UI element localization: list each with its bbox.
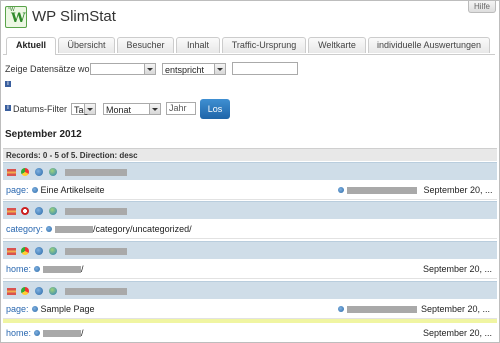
flag-icon: [7, 169, 16, 176]
tab-inhalt[interactable]: Inhalt: [176, 37, 220, 53]
referrer-icon[interactable]: [338, 306, 344, 312]
referrer-date-cell: September 20, ...: [335, 304, 490, 314]
resource-cell: category: /category/uncategorized/: [6, 224, 192, 234]
record-detail-row: page: Sample Page September 20, ...: [3, 300, 497, 319]
resource-type-link[interactable]: home:: [6, 264, 31, 274]
resource-text: /: [81, 264, 84, 274]
filter-operator-select[interactable]: entspricht: [162, 63, 226, 75]
chevron-down-icon: [214, 64, 225, 74]
year-placeholder: Jahr: [169, 103, 187, 113]
record-date: September 20, ...: [423, 328, 493, 338]
ip-address-redacted: [65, 169, 127, 176]
opera-icon: [21, 207, 29, 215]
tab-uebersicht[interactable]: Übersicht: [58, 37, 115, 53]
filter-label: Zeige Datensätze wo: [5, 64, 90, 74]
date-filter-label: Datums-Filter: [13, 104, 68, 114]
filter-value-input[interactable]: [232, 62, 298, 75]
chrome-icon: [21, 168, 29, 176]
resource-type-link[interactable]: category:: [6, 224, 43, 234]
tab-aktuell[interactable]: Aktuell: [6, 37, 56, 55]
period-title: September 2012: [5, 129, 82, 140]
resource-type-link[interactable]: page:: [6, 304, 29, 314]
os-icon: [35, 168, 43, 176]
tab-besucher[interactable]: Besucher: [117, 37, 174, 53]
referrer-date-cell: September 20, ...: [335, 185, 493, 195]
globe-icon: [49, 247, 57, 255]
record-header-row[interactable]: [3, 201, 497, 219]
flag-icon: [7, 208, 16, 215]
go-button[interactable]: Los: [200, 99, 230, 119]
ip-address-redacted: [65, 288, 127, 295]
tab-individuelle-auswertungen[interactable]: individuelle Auswertungen: [368, 37, 490, 53]
chevron-down-icon: [149, 104, 160, 114]
info-icon[interactable]: i: [5, 81, 11, 87]
slimstat-panel: °W W WP SlimStat Hilfe Aktuell Übersicht …: [0, 0, 500, 343]
tab-bar: Aktuell Übersicht Besucher Inhalt Traffi…: [3, 37, 495, 55]
resource-icon[interactable]: [34, 266, 41, 272]
resource-text: Eine Artikelseite: [40, 185, 105, 195]
resource-type-link[interactable]: home:: [6, 328, 31, 338]
os-icon: [35, 247, 43, 255]
resource-type-link[interactable]: page:: [6, 185, 29, 195]
record-detail-row: home: / September 20, ...: [3, 324, 497, 342]
page-title: WP SlimStat: [32, 8, 116, 25]
ip-address-redacted: [65, 208, 127, 215]
globe-icon: [49, 287, 57, 295]
month-select-value: Monat: [106, 105, 132, 115]
record-detail-row: home: / September 20, ...: [3, 260, 497, 279]
referrer-redacted: [347, 306, 417, 313]
resource-cell: home: /: [6, 264, 84, 274]
info-icon[interactable]: i: [5, 105, 11, 111]
resource-icon[interactable]: [31, 187, 38, 193]
chrome-icon: [21, 247, 29, 255]
referrer-redacted: [347, 187, 417, 194]
slimstat-logo-icon: °W W: [5, 6, 27, 28]
os-icon: [35, 287, 43, 295]
resource-text: /category/uncategorized/: [93, 224, 192, 234]
filter-operator-value: entspricht: [165, 65, 205, 75]
month-select[interactable]: Monat: [103, 103, 161, 115]
date-cell: September 20, ...: [423, 328, 492, 338]
resource-cell: page: Sample Page: [6, 304, 95, 314]
resource-cell: home: /: [6, 328, 84, 338]
record-header-row[interactable]: [3, 162, 497, 180]
resource-text: Sample Page: [40, 304, 95, 314]
ip-address-redacted: [65, 248, 127, 255]
year-input[interactable]: Jahr: [166, 102, 196, 115]
resource-cell: page: Eine Artikelseite: [6, 185, 105, 195]
record-detail-row: category: /category/uncategorized/: [3, 220, 497, 239]
resource-icon[interactable]: [46, 226, 53, 232]
tab-traffic-ursprung[interactable]: Traffic-Ursprung: [222, 37, 306, 53]
chevron-down-icon: [84, 104, 95, 114]
globe-icon: [49, 207, 57, 215]
domain-redacted: [43, 266, 82, 273]
record-header-row[interactable]: [3, 241, 497, 259]
help-button[interactable]: Hilfe: [467, 1, 496, 13]
date-cell: September 20, ...: [423, 264, 492, 274]
record-detail-row: page: Eine Artikelseite September 20, ...: [3, 181, 497, 200]
os-icon: [35, 207, 43, 215]
domain-redacted: [43, 330, 82, 337]
records-header: Records: 0 - 5 of 5. Direction: desc: [3, 148, 497, 161]
day-select[interactable]: Tag: [71, 103, 96, 115]
chrome-icon: [21, 287, 29, 295]
record-date: September 20, ...: [423, 264, 493, 274]
resource-icon[interactable]: [34, 330, 41, 336]
referrer-icon[interactable]: [338, 187, 344, 193]
chevron-down-icon: [144, 64, 155, 74]
filter-field-select[interactable]: [90, 63, 156, 75]
globe-icon: [49, 168, 57, 176]
record-header-row[interactable]: [3, 281, 497, 299]
resource-text: /: [81, 328, 84, 338]
domain-redacted: [55, 226, 94, 233]
resource-icon[interactable]: [31, 306, 38, 312]
flag-icon: [7, 248, 16, 255]
flag-icon: [7, 288, 16, 295]
tab-weltkarte[interactable]: Weltkarte: [308, 37, 366, 53]
record-date: September 20, ...: [421, 304, 491, 314]
record-date: September 20, ...: [423, 185, 493, 195]
